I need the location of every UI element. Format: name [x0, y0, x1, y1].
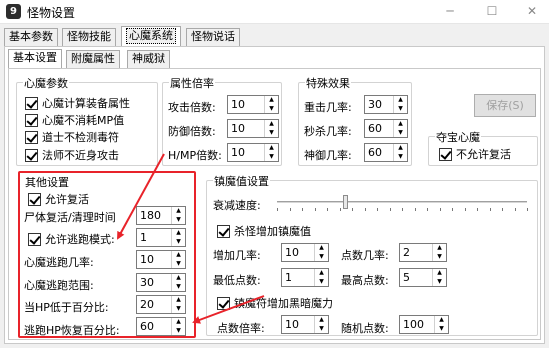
arrow-to-escape-mode	[117, 153, 165, 240]
arrow-to-escape-hp	[192, 295, 265, 324]
annotation-arrows	[117, 153, 265, 324]
